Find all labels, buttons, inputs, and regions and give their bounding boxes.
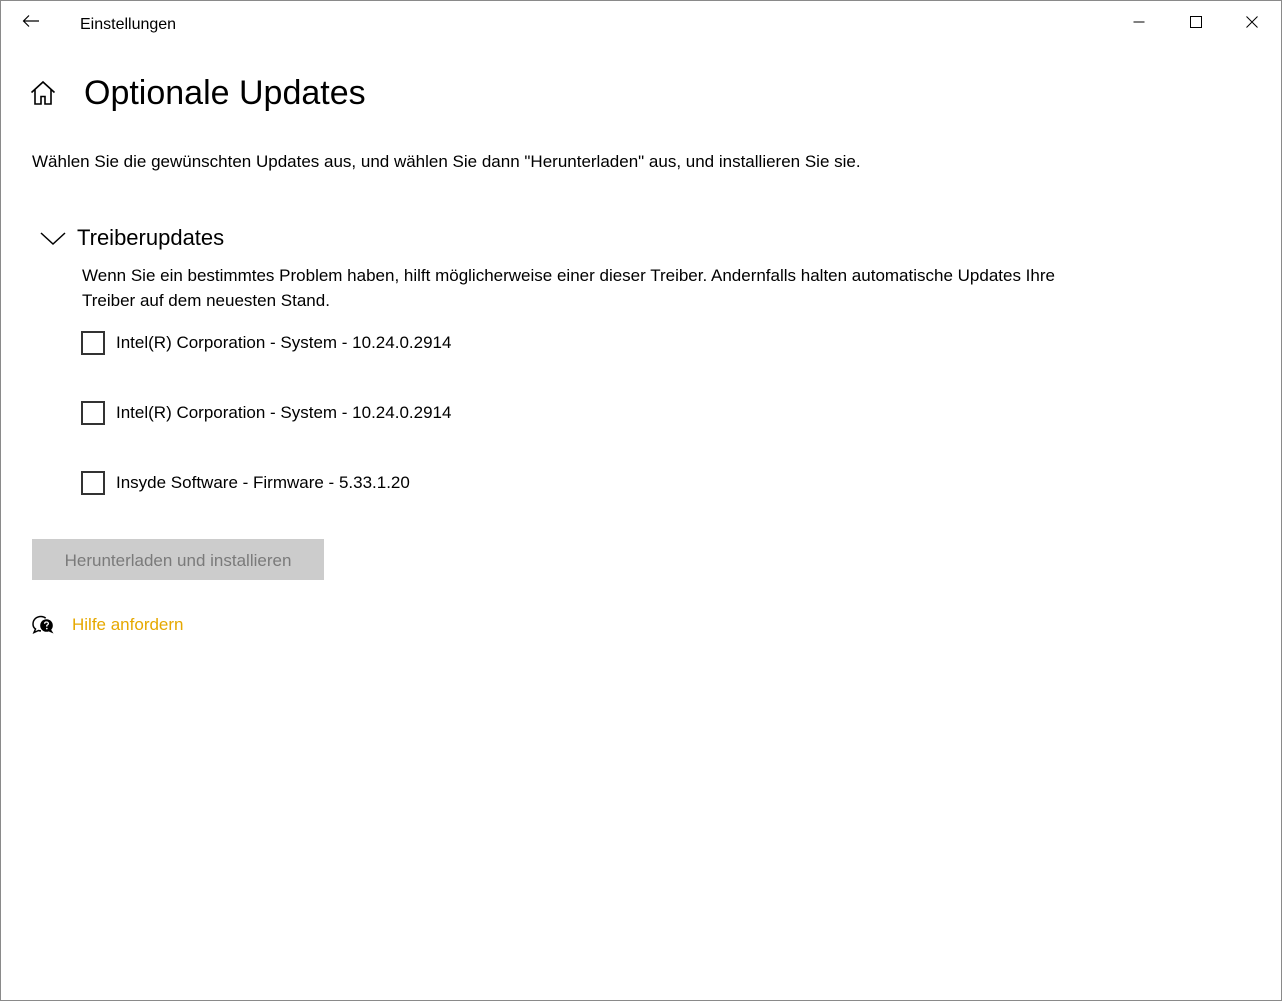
minimize-icon [1133,21,1145,23]
app-title: Einstellungen [80,16,177,33]
download-and-install-button[interactable]: Herunterladen und installieren [32,539,324,580]
back-button[interactable] [13,5,49,37]
back-arrow-icon [22,15,39,27]
help-link[interactable]: Hilfe anfordern [72,614,184,636]
section-title: Treiberupdates [77,225,225,250]
section-description: Wenn Sie ein bestimmtes Problem haben, h… [82,266,1055,310]
driver-checkbox[interactable] [81,471,105,495]
help-chat-icon [32,615,54,634]
maximize-icon [1190,16,1202,28]
close-icon [1246,16,1258,28]
help-link-row[interactable]: Hilfe anfordern [31,613,184,637]
driver-label: Insyde Software - Firmware - 5.33.1.20 [116,473,410,492]
driver-label: Intel(R) Corporation - System - 10.24.0.… [116,403,452,422]
minimize-button[interactable] [1111,1,1167,43]
settings-window: Einstellungen Optionale Updates Wählen S… [0,0,1282,1001]
driver-item[interactable]: Insyde Software - Firmware - 5.33.1.20 [81,469,410,497]
driver-label: Intel(R) Corporation - System - 10.24.0.… [116,333,452,352]
title-bar: Einstellungen [1,1,1281,47]
driver-checkbox[interactable] [81,331,105,355]
driver-item[interactable]: Intel(R) Corporation - System - 10.24.0.… [81,399,451,427]
page-title: Optionale Updates [84,74,366,112]
driver-checkbox[interactable] [81,401,105,425]
chevron-down-icon [40,232,66,246]
driver-item[interactable]: Intel(R) Corporation - System - 10.24.0.… [81,329,451,357]
driver-updates-expander[interactable]: Treiberupdates [39,223,224,253]
maximize-button[interactable] [1168,1,1224,43]
intro-text: Wählen Sie die gewünschten Updates aus, … [32,152,861,171]
close-button[interactable] [1224,1,1280,43]
home-icon[interactable] [29,79,57,107]
